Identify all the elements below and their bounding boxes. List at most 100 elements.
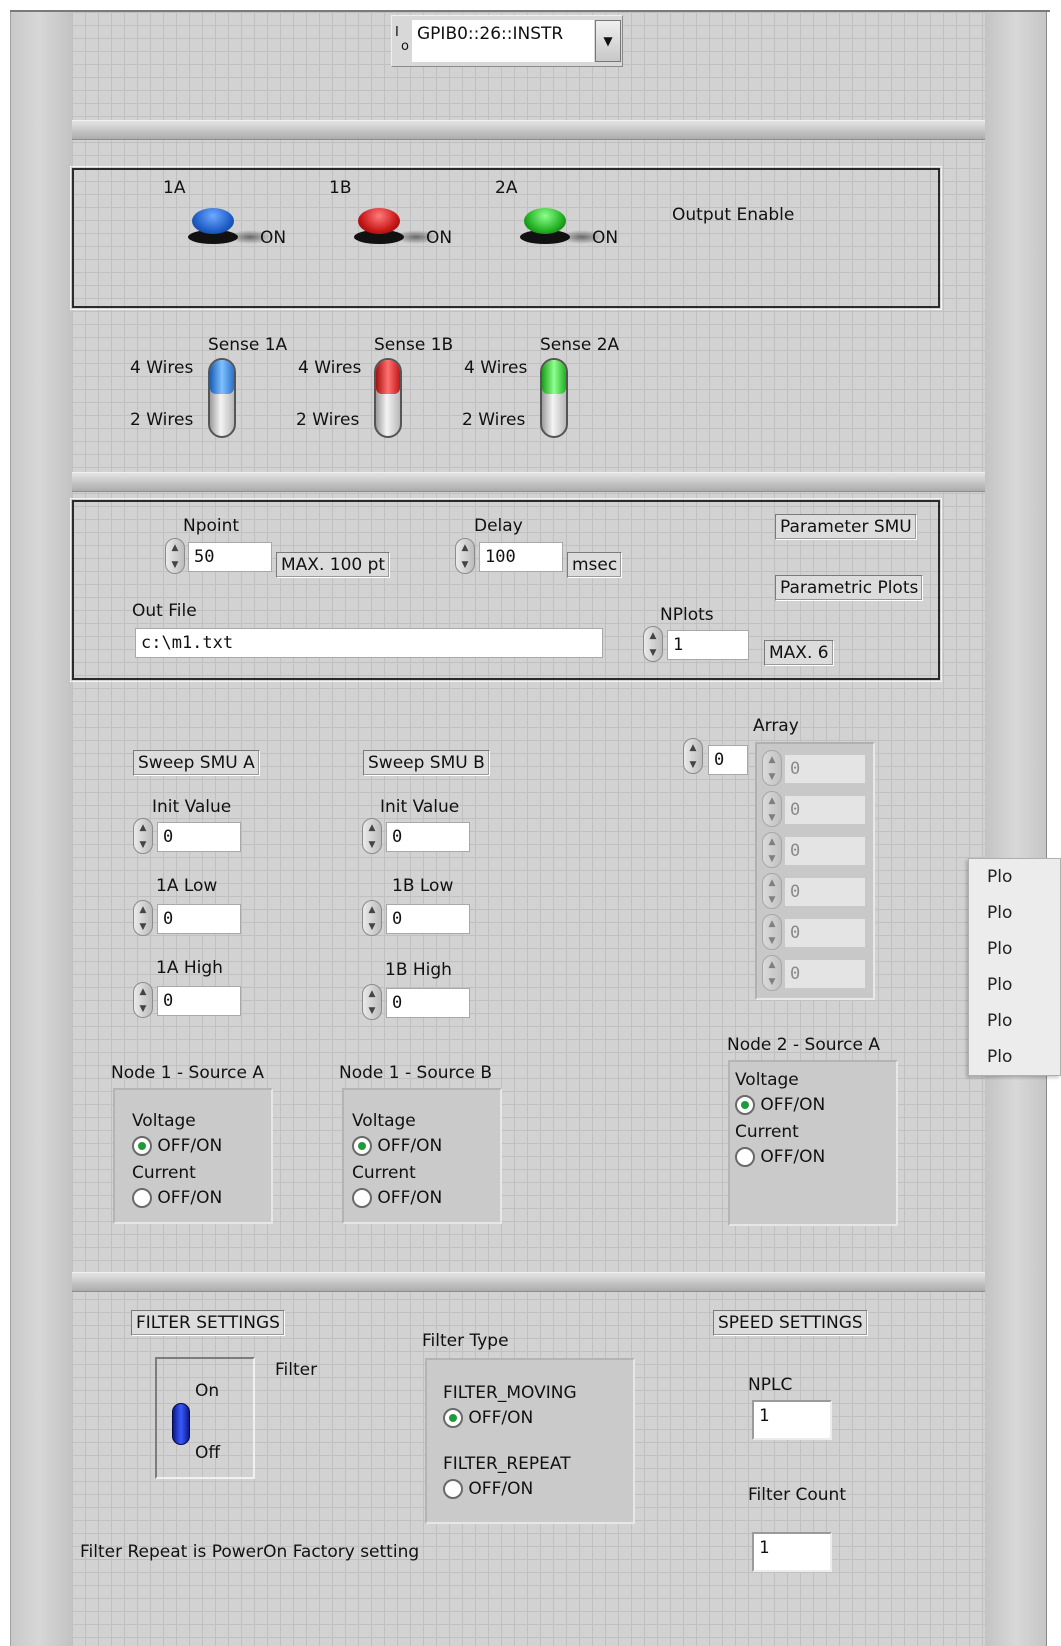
- divider-bar: [72, 1272, 985, 1292]
- sense-1a-bottom: 2 Wires: [130, 410, 194, 430]
- radio-selected-icon[interactable]: [352, 1136, 372, 1156]
- radio-selected-icon[interactable]: [735, 1095, 755, 1115]
- sweep-b-low-label: 1B Low: [392, 876, 454, 896]
- nplots-spinner[interactable]: ▲ ▼: [643, 626, 663, 662]
- output-1b-state: ON: [426, 228, 453, 248]
- node1b-voltage-label: Voltage: [352, 1111, 416, 1131]
- filter-on-label: On: [195, 1381, 220, 1401]
- sense-1a-toggle[interactable]: [208, 358, 236, 438]
- output-2a-button[interactable]: [520, 208, 604, 248]
- npoint-label: Npoint: [183, 516, 240, 536]
- out-file-input[interactable]: c:\m1.txt: [135, 628, 603, 658]
- out-file-label: Out File: [132, 601, 197, 621]
- filter-count-input[interactable]: 1: [752, 1532, 832, 1572]
- sense-2a-toggle[interactable]: [540, 358, 568, 438]
- output-1a-button[interactable]: [188, 208, 272, 248]
- node2-current-option[interactable]: OFF/ON: [735, 1147, 825, 1167]
- node1b-voltage-option[interactable]: OFF/ON: [352, 1136, 442, 1156]
- filter-repeat-note: Filter Repeat is PowerOn Factory setting: [80, 1542, 420, 1562]
- node1a-voltage-option-label: OFF/ON: [157, 1136, 223, 1156]
- radio-unselected-icon[interactable]: [132, 1188, 152, 1208]
- visa-resource-value[interactable]: GPIB0::26::INSTR: [412, 20, 594, 62]
- output-1b-button[interactable]: [354, 208, 438, 248]
- sweep-b-init-spinner[interactable]: ▲ ▼: [362, 818, 382, 854]
- nplots-max-label: MAX. 6: [764, 640, 834, 666]
- sweep-b-high-input[interactable]: 0: [386, 988, 470, 1018]
- node2-voltage-option[interactable]: OFF/ON: [735, 1095, 825, 1115]
- delay-input[interactable]: 100: [479, 542, 563, 572]
- nplc-input[interactable]: 1: [752, 1400, 832, 1440]
- menu-item[interactable]: Plo: [969, 859, 1060, 895]
- filter-label: Filter: [275, 1360, 318, 1380]
- npoint-spinner[interactable]: ▲ ▼: [165, 538, 185, 574]
- node1b-current-option[interactable]: OFF/ON: [352, 1188, 442, 1208]
- visa-resource-control[interactable]: Io GPIB0::26::INSTR ▼: [391, 15, 623, 67]
- sweep-b-low-input[interactable]: 0: [386, 904, 470, 934]
- filter-off-label: Off: [195, 1443, 221, 1463]
- sweep-b-low-spinner[interactable]: ▲ ▼: [362, 900, 382, 936]
- sense-2a-title: Sense 2A: [540, 335, 620, 355]
- output-2a-label: 2A: [495, 178, 518, 198]
- array-index-input[interactable]: 0: [708, 745, 748, 775]
- array-element: 0: [784, 877, 866, 907]
- menu-item[interactable]: Plo: [969, 895, 1060, 931]
- node1a-current-option[interactable]: OFF/ON: [132, 1188, 222, 1208]
- radio-unselected-icon[interactable]: [443, 1479, 463, 1499]
- side-popup-menu: Plo Plo Plo Plo Plo Plo: [968, 858, 1061, 1076]
- nplots-label: NPlots: [660, 605, 714, 625]
- filter-count-label: Filter Count: [748, 1485, 846, 1505]
- sweep-b-high-spinner[interactable]: ▲ ▼: [362, 984, 382, 1020]
- sweep-a-init-spinner[interactable]: ▲ ▼: [133, 818, 153, 854]
- parameter-smu-label: Parameter SMU: [775, 514, 917, 540]
- sense-2a-bottom: 2 Wires: [462, 410, 526, 430]
- sense-1a-top: 4 Wires: [130, 358, 194, 378]
- delay-spinner[interactable]: ▲ ▼: [455, 538, 475, 574]
- menu-item[interactable]: Plo: [969, 1003, 1060, 1039]
- array-element-spinner: ▲ ▼: [762, 832, 782, 868]
- sweep-a-high-input[interactable]: 0: [157, 986, 241, 1016]
- node2-source-a-title: Node 2 - Source A: [727, 1035, 880, 1055]
- node2-voltage-label: Voltage: [735, 1070, 799, 1090]
- node1a-voltage-option[interactable]: OFF/ON: [132, 1136, 222, 1156]
- npoint-input[interactable]: 50: [188, 542, 272, 572]
- green-led-icon: [524, 208, 566, 234]
- output-1a-label: 1A: [163, 178, 186, 198]
- sweep-a-low-label: 1A Low: [156, 876, 218, 896]
- filter-switch[interactable]: [172, 1403, 190, 1445]
- radio-unselected-icon[interactable]: [735, 1147, 755, 1167]
- sense-1b-toggle[interactable]: [374, 358, 402, 438]
- sweep-a-low-spinner[interactable]: ▲ ▼: [133, 900, 153, 936]
- red-led-icon: [358, 208, 400, 234]
- divider-bar: [72, 120, 985, 140]
- menu-item[interactable]: Plo: [969, 1039, 1060, 1075]
- node1b-current-label: Current: [352, 1163, 416, 1183]
- sweep-a-high-spinner[interactable]: ▲ ▼: [133, 982, 153, 1018]
- output-2a-state: ON: [592, 228, 619, 248]
- filter-settings-label: FILTER SETTINGS: [131, 1310, 285, 1336]
- radio-selected-icon[interactable]: [443, 1408, 463, 1428]
- array-index-spinner[interactable]: ▲ ▼: [683, 738, 703, 774]
- npoint-max-label: MAX. 100 pt: [276, 552, 391, 578]
- sweep-a-init-input[interactable]: 0: [157, 822, 241, 852]
- right-scrollbar[interactable]: [985, 10, 1047, 1646]
- nplc-label: NPLC: [748, 1375, 793, 1395]
- filter-type-label: Filter Type: [422, 1331, 509, 1351]
- filter-repeat-option-label: OFF/ON: [468, 1479, 534, 1499]
- sweep-b-init-input[interactable]: 0: [386, 822, 470, 852]
- filter-moving-option[interactable]: OFF/ON: [443, 1408, 533, 1428]
- filter-moving-option-label: OFF/ON: [468, 1408, 534, 1428]
- blue-led-icon: [192, 208, 234, 234]
- menu-item[interactable]: Plo: [969, 967, 1060, 1003]
- dropdown-arrow-icon[interactable]: ▼: [595, 20, 621, 62]
- sweep-a-low-input[interactable]: 0: [157, 904, 241, 934]
- sense-1b-bottom: 2 Wires: [296, 410, 360, 430]
- nplots-input[interactable]: 1: [667, 630, 749, 660]
- parametric-plots-label: Parametric Plots: [775, 575, 924, 601]
- radio-unselected-icon[interactable]: [352, 1188, 372, 1208]
- menu-item[interactable]: Plo: [969, 931, 1060, 967]
- left-rail: [10, 10, 72, 1646]
- filter-repeat-option[interactable]: OFF/ON: [443, 1479, 533, 1499]
- radio-selected-icon[interactable]: [132, 1136, 152, 1156]
- array-element: 0: [784, 918, 866, 948]
- array-label: Array: [753, 716, 799, 736]
